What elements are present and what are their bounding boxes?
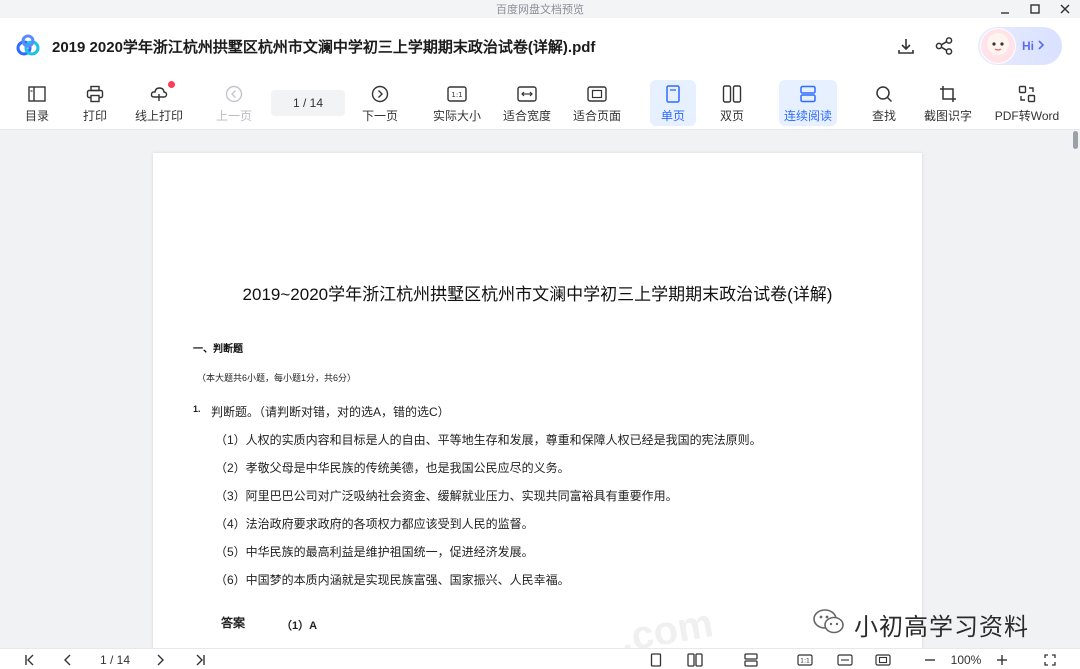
actual-size-button[interactable]: 1:1 实际大小: [432, 80, 482, 126]
ocr-button[interactable]: 截图识字: [922, 80, 974, 126]
actual-size-icon: 1:1: [447, 84, 467, 104]
last-page-icon[interactable]: [192, 652, 208, 668]
document-page: 2019~2020学年浙江杭州拱墅区杭州市文澜中学初三上学期期末政治试卷(详解)…: [153, 153, 922, 648]
actual-size-label: 实际大小: [432, 109, 481, 123]
bottom-bar: 1 / 14 1:1 100%: [0, 648, 1080, 669]
svg-text:1:1: 1:1: [451, 91, 462, 99]
double-page-icon: [722, 84, 742, 104]
zoom-in-icon[interactable]: [994, 652, 1010, 668]
assistant-label: Hi: [1022, 39, 1034, 53]
answer-value: （1）A: [281, 620, 318, 632]
watermark: 小初高学习资料: [812, 607, 1029, 642]
assistant-button[interactable]: Hi: [978, 27, 1062, 65]
toolbar: 目录 打印 线上打印 上一页 1 / 14 下一页 1:1 实际大小 适合宽度 …: [0, 74, 1080, 130]
pdf-to-word-button[interactable]: PDF转Word: [992, 80, 1062, 126]
single-page-small-icon[interactable]: [648, 652, 664, 668]
fit-page-small-icon[interactable]: [874, 652, 892, 668]
baidu-netdisk-logo-icon: [16, 34, 40, 56]
single-page-button[interactable]: 单页: [650, 80, 696, 126]
section-title: 一、判断题: [193, 344, 243, 355]
answer-label: 答案: [221, 616, 246, 630]
fit-page-icon: [587, 84, 607, 104]
vertical-scrollbar[interactable]: [1073, 131, 1078, 149]
document-title: 2019~2020学年浙江杭州拱墅区杭州市文澜中学初三上学期期末政治试卷(详解): [242, 285, 833, 304]
watermark-text: 小初高学习资料: [854, 614, 1029, 641]
page-number-input[interactable]: 1 / 14: [271, 90, 345, 116]
single-page-label: 单页: [660, 109, 685, 123]
arrow-right-circle-icon: [370, 84, 390, 104]
toc-button[interactable]: 目录: [20, 80, 54, 126]
toc-label: 目录: [24, 109, 49, 123]
window-controls: [998, 0, 1072, 18]
find-label: 查找: [871, 109, 896, 123]
svg-text:1:1: 1:1: [800, 658, 810, 665]
os-title-bar: 百度网盘文档预览: [0, 0, 1080, 18]
next-page-icon[interactable]: [152, 652, 168, 668]
double-page-small-icon[interactable]: [686, 652, 704, 668]
prev-page-label: 上一页: [215, 109, 252, 123]
zoom-out-icon[interactable]: [922, 652, 938, 668]
double-page-button[interactable]: 双页: [712, 80, 752, 126]
section-note: （本大题共6小题，每小题1分，共6分）: [197, 373, 357, 383]
next-page-button[interactable]: 下一页: [360, 80, 400, 126]
question-item: （2）孝敬父母是中华民族的传统美德，也是我国公民应尽的义务。: [215, 461, 570, 475]
continuous-reading-label: 连续阅读: [783, 109, 832, 123]
print-button[interactable]: 打印: [78, 80, 112, 126]
fit-width-small-icon[interactable]: [836, 652, 854, 668]
question-item: （5）中华民族的最高利益是维护祖国统一，促进经济发展。: [215, 545, 534, 559]
convert-icon: [1017, 84, 1037, 104]
cloud-print-icon: [149, 81, 175, 104]
continuous-reading-button[interactable]: 连续阅读: [779, 80, 837, 126]
question-item: （4）法治政府要求政府的各项权力都应该受到人民的监督。: [215, 517, 534, 531]
find-button[interactable]: 查找: [864, 80, 904, 126]
search-icon: [874, 84, 894, 104]
print-label: 打印: [82, 109, 107, 123]
prev-page-button[interactable]: 上一页: [214, 80, 254, 126]
fit-width-icon: [517, 84, 537, 104]
continuous-small-icon[interactable]: [742, 652, 760, 668]
close-icon[interactable]: [1058, 2, 1072, 16]
fit-page-button[interactable]: 适合页面: [572, 80, 622, 126]
chevron-right-icon: [1037, 37, 1045, 55]
wechat-icon: [812, 608, 846, 641]
file-title: 2019 2020学年浙江杭州拱墅区杭州市文澜中学初三上学期期末政治试卷(详解)…: [52, 39, 596, 56]
assistant-avatar: [980, 28, 1016, 64]
continuous-reading-icon: [798, 84, 818, 104]
zoom-level[interactable]: 100%: [946, 652, 986, 668]
online-print-label: 线上打印: [134, 109, 183, 123]
first-page-icon[interactable]: [22, 652, 38, 668]
question-item: （6）中国梦的本质内涵就是实现民族富强、国家振兴、人民幸福。: [215, 573, 570, 587]
prev-page-icon[interactable]: [60, 652, 76, 668]
pdf-to-word-label: PDF转Word: [994, 109, 1060, 123]
question-item: （3）阿里巴巴公司对广泛吸纳社会资金、缓解就业压力、实现共同富裕具有重要作用。: [215, 489, 678, 503]
notification-dot: [168, 81, 175, 88]
crop-icon: [938, 84, 958, 104]
fit-width-button[interactable]: 适合宽度: [502, 80, 552, 126]
question-item: （1）人权的实质内容和目标是人的自由、平等地生存和发展，尊重和保障人权已经是我国…: [215, 433, 762, 447]
double-page-label: 双页: [719, 109, 744, 123]
maximize-icon[interactable]: [1028, 2, 1042, 16]
next-page-label: 下一页: [361, 109, 398, 123]
minimize-icon[interactable]: [998, 2, 1012, 16]
fit-page-label: 适合页面: [572, 109, 621, 123]
document-viewer[interactable]: 2019~2020学年浙江杭州拱墅区杭州市文澜中学初三上学期期末政治试卷(详解)…: [0, 131, 1080, 648]
arrow-left-circle-icon: [224, 84, 244, 104]
os-window-title: 百度网盘文档预览: [496, 4, 584, 16]
bottom-page-indicator[interactable]: 1 / 14: [90, 652, 140, 668]
fullscreen-icon[interactable]: [1042, 652, 1058, 668]
app-header: 2019 2020学年浙江杭州拱墅区杭州市文澜中学初三上学期期末政治试卷(详解)…: [0, 18, 1080, 74]
share-icon[interactable]: [934, 36, 954, 56]
download-icon[interactable]: [896, 36, 916, 56]
actual-size-small-icon[interactable]: 1:1: [796, 652, 814, 668]
question-text: 判断题。（请判断对错，对的选A，错的选C）: [211, 405, 450, 419]
question-number: 1.: [193, 404, 201, 414]
online-print-button[interactable]: 线上打印: [132, 80, 186, 126]
ocr-label: 截图识字: [923, 109, 972, 123]
fit-width-label: 适合宽度: [502, 109, 551, 123]
single-page-icon: [663, 84, 683, 104]
printer-icon: [85, 84, 105, 104]
toc-icon: [27, 84, 47, 104]
